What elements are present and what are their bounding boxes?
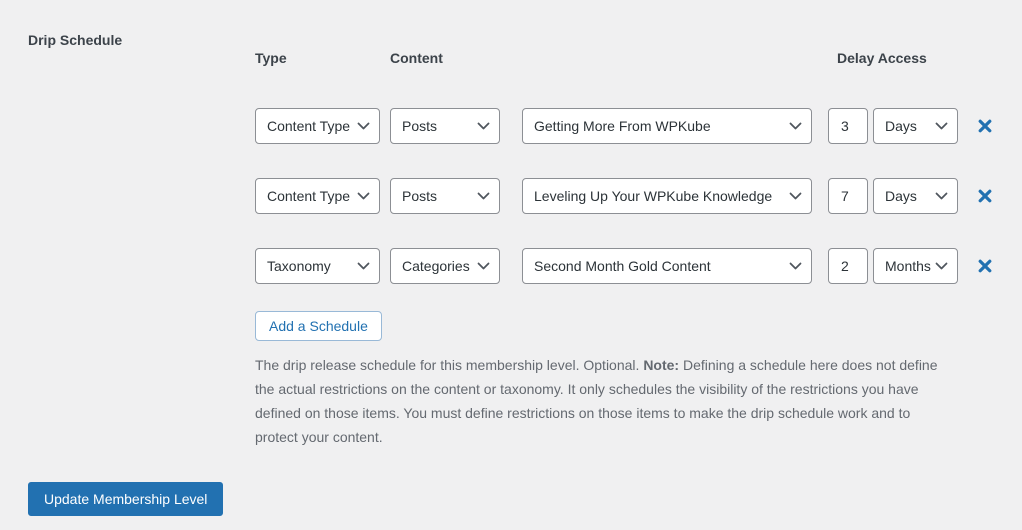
item-select[interactable]: Second Month Gold Content: [522, 248, 812, 284]
chevron-down-icon: [789, 192, 802, 200]
chevron-down-icon: [477, 122, 490, 130]
delay-unit-select-value: Days: [885, 118, 917, 134]
column-headers: Type Content Delay Access: [255, 50, 1015, 66]
item-select[interactable]: Getting More From WPKube: [522, 108, 812, 144]
remove-schedule-button[interactable]: [975, 186, 995, 206]
chevron-down-icon: [789, 262, 802, 270]
add-schedule-button[interactable]: Add a Schedule: [255, 311, 382, 341]
column-header-content: Content: [390, 50, 443, 66]
drip-schedule-settings-page: Drip Schedule Type Content Delay Access …: [0, 0, 1022, 530]
drip-schedule-editor: Type Content Delay Access Content Type P…: [255, 30, 1015, 449]
delay-value-input[interactable]: [828, 108, 868, 144]
item-select[interactable]: Leveling Up Your WPKube Knowledge: [522, 178, 812, 214]
type-select[interactable]: Content Type: [255, 178, 380, 214]
item-select-value: Second Month Gold Content: [534, 258, 711, 274]
content-select[interactable]: Posts: [390, 178, 500, 214]
content-select-value: Posts: [402, 118, 438, 134]
delay-value-input[interactable]: [828, 178, 868, 214]
chevron-down-icon: [935, 262, 948, 270]
type-select-value: Taxonomy: [267, 258, 331, 274]
item-select-value: Leveling Up Your WPKube Knowledge: [534, 188, 773, 204]
x-icon: [977, 258, 993, 274]
chevron-down-icon: [357, 122, 370, 130]
update-membership-level-button[interactable]: Update Membership Level: [28, 482, 224, 516]
delay-unit-select[interactable]: Days: [873, 108, 958, 144]
description-note-label: Note:: [643, 357, 680, 373]
x-icon: [977, 188, 993, 204]
content-select[interactable]: Categories: [390, 248, 500, 284]
chevron-down-icon: [935, 122, 948, 130]
section-label: Drip Schedule: [28, 32, 123, 48]
x-icon: [977, 118, 993, 134]
chevron-down-icon: [789, 122, 802, 130]
item-select-value: Getting More From WPKube: [534, 118, 711, 134]
chevron-down-icon: [477, 262, 490, 270]
chevron-down-icon: [357, 262, 370, 270]
drip-schedule-form-row: Drip Schedule Type Content Delay Access …: [28, 30, 1022, 449]
remove-schedule-button[interactable]: [975, 116, 995, 136]
content-select-value: Posts: [402, 188, 438, 204]
type-select-value: Content Type: [267, 118, 351, 134]
column-header-type: Type: [255, 50, 287, 66]
chevron-down-icon: [477, 192, 490, 200]
schedule-row: Content Type Posts Getting More From WPK…: [255, 108, 1015, 144]
remove-schedule-button[interactable]: [975, 256, 995, 276]
type-select-value: Content Type: [267, 188, 351, 204]
column-header-delay-access: Delay Access: [837, 50, 927, 66]
schedule-row: Content Type Posts Leveling Up Your WPKu…: [255, 178, 1015, 214]
delay-unit-select[interactable]: Days: [873, 178, 958, 214]
type-select[interactable]: Content Type: [255, 108, 380, 144]
type-select[interactable]: Taxonomy: [255, 248, 380, 284]
content-select[interactable]: Posts: [390, 108, 500, 144]
delay-unit-select-value: Months: [885, 258, 931, 274]
delay-unit-select-value: Days: [885, 188, 917, 204]
description-before-note: The drip release schedule for this membe…: [255, 357, 644, 373]
description-text: The drip release schedule for this membe…: [255, 353, 947, 449]
chevron-down-icon: [935, 192, 948, 200]
chevron-down-icon: [357, 192, 370, 200]
delay-value-input[interactable]: [828, 248, 868, 284]
delay-unit-select[interactable]: Months: [873, 248, 958, 284]
schedule-row: Taxonomy Categories Second Month Gold Co…: [255, 248, 1015, 284]
content-select-value: Categories: [402, 258, 470, 274]
